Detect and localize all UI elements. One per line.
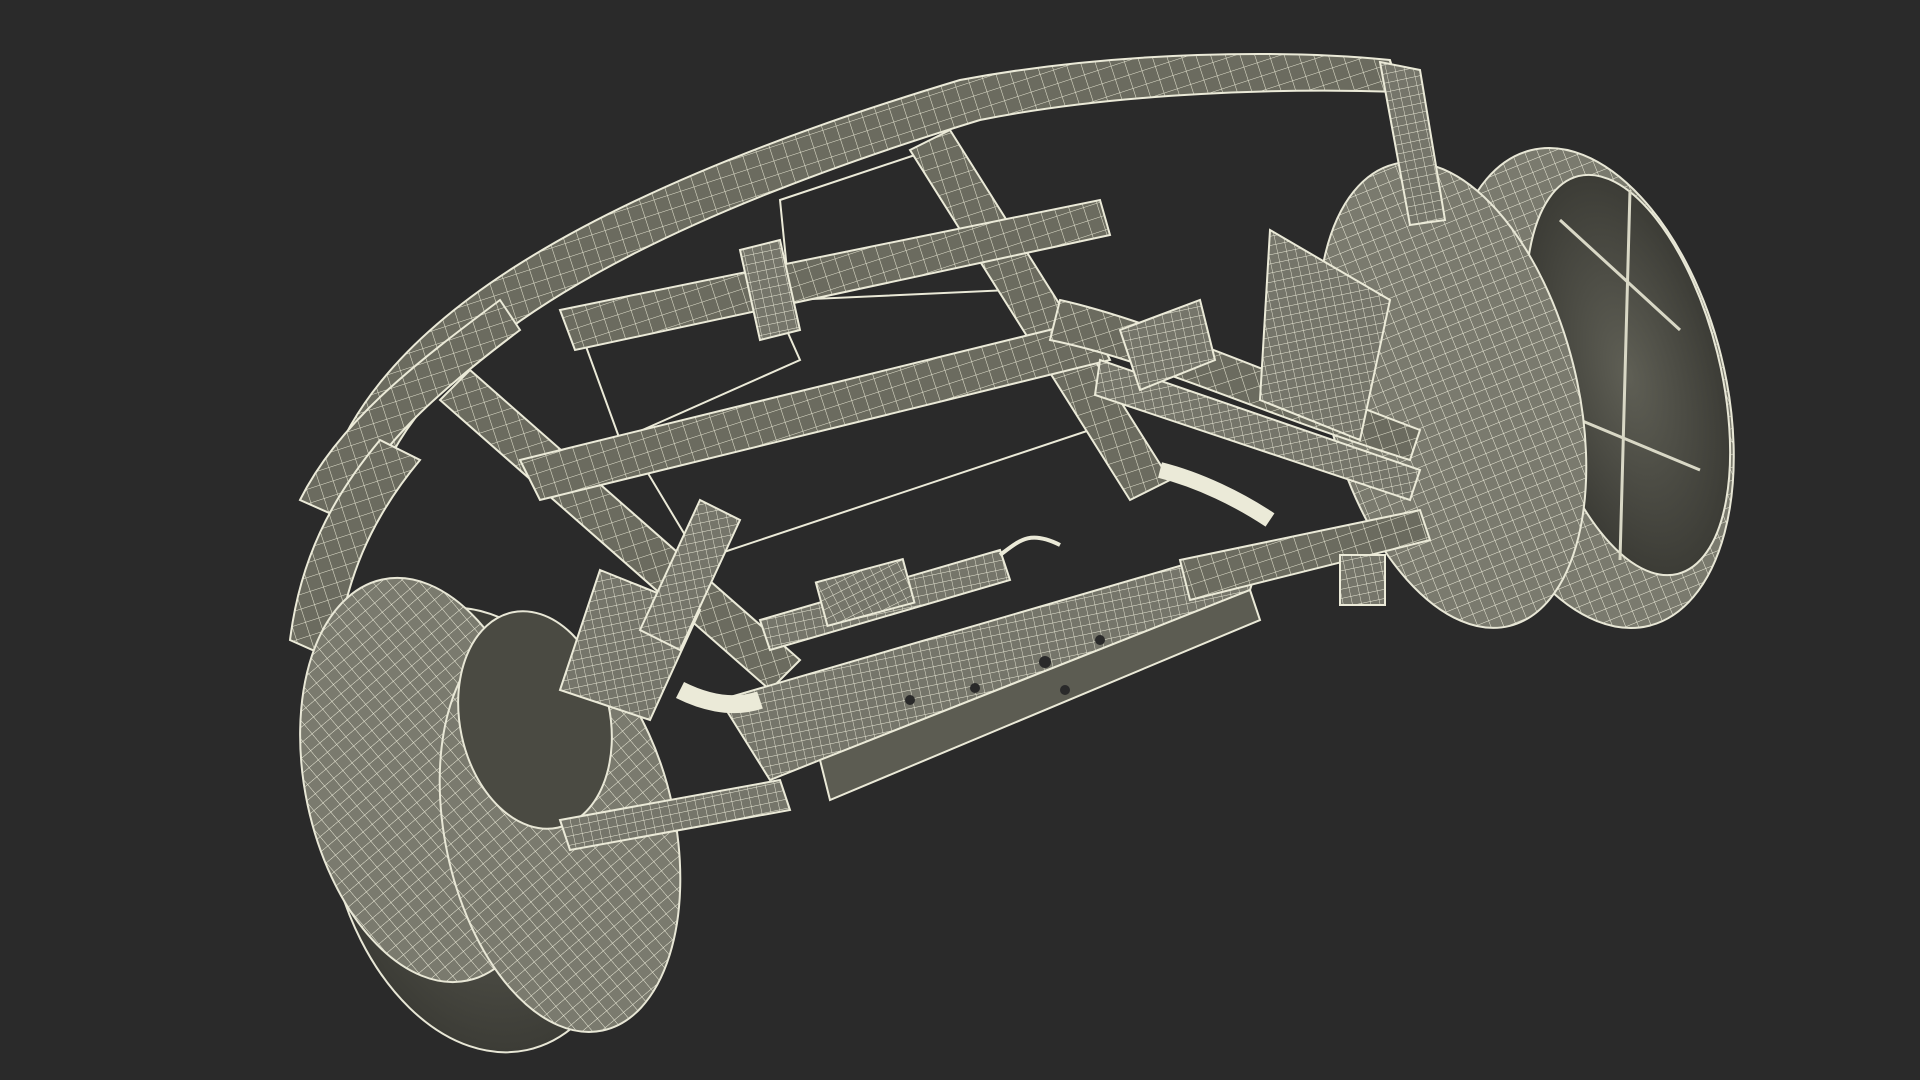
chassis-wireframe-render xyxy=(288,53,1735,1054)
floor-pan xyxy=(718,553,1262,802)
3d-viewport[interactable] xyxy=(0,0,1920,1080)
